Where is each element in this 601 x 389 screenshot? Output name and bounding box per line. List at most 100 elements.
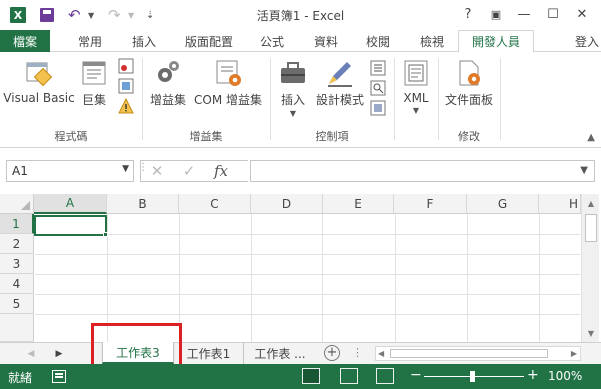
- name-box-dropdown-icon[interactable]: ▼: [122, 164, 129, 174]
- relative-references-icon[interactable]: [118, 78, 134, 94]
- insert-control-label: 插入: [280, 93, 305, 107]
- cancel-icon: ✕: [150, 162, 164, 180]
- design-mode-button[interactable]: 設計模式: [312, 58, 368, 108]
- document-panel-button[interactable]: 文件面板: [442, 58, 496, 108]
- tab-file[interactable]: 檔案: [0, 30, 50, 52]
- close-button[interactable]: ✕: [570, 4, 594, 24]
- design-mode-icon: [328, 62, 352, 87]
- design-mode-label: 設計模式: [315, 93, 364, 107]
- column-header[interactable]: E: [323, 194, 394, 214]
- macros-icon: [82, 61, 106, 85]
- macros-label: 巨集: [81, 93, 106, 107]
- group-label-modify: 修改: [458, 130, 480, 143]
- row-header-partial[interactable]: [0, 314, 34, 342]
- ribbon-tabs: 檔案 常用 插入 版面配置 公式 資料 校閱 檢視 開發人員 登入: [0, 30, 601, 53]
- document-panel-icon: [459, 60, 480, 86]
- tab-formulas[interactable]: 公式: [250, 30, 294, 52]
- gear-icon: [158, 61, 179, 82]
- row-header[interactable]: 4: [0, 274, 34, 294]
- minimize-button[interactable]: —: [512, 4, 536, 24]
- name-box[interactable]: A1 ▼: [6, 160, 134, 182]
- macros-button[interactable]: 巨集: [76, 58, 112, 108]
- tab-split-handle[interactable]: ⋮: [352, 346, 363, 359]
- vertical-scroll-thumb[interactable]: [585, 214, 597, 242]
- macro-security-icon[interactable]: [118, 98, 134, 114]
- page-layout-view-icon[interactable]: [340, 368, 358, 384]
- tab-insert[interactable]: 插入: [122, 30, 166, 52]
- row-header[interactable]: 2: [0, 234, 34, 254]
- normal-view-icon[interactable]: [302, 368, 320, 384]
- sheet-tab-overflow[interactable]: 工作表 ...: [244, 342, 316, 364]
- row-header[interactable]: 5: [0, 294, 34, 314]
- tab-data[interactable]: 資料: [304, 30, 348, 52]
- tab-developer[interactable]: 開發人員: [458, 30, 534, 53]
- record-macro-icon[interactable]: [118, 58, 134, 74]
- column-header[interactable]: C: [179, 194, 251, 214]
- row-header[interactable]: 1: [0, 214, 34, 234]
- status-ready: 就緒: [8, 371, 33, 385]
- sign-in-link[interactable]: 登入: [575, 30, 599, 52]
- xml-label: XML: [403, 91, 429, 105]
- collapse-ribbon-icon[interactable]: ▲: [587, 132, 595, 143]
- properties-icon[interactable]: [370, 60, 386, 76]
- gridline: [35, 314, 580, 315]
- add-sheet-button[interactable]: +: [324, 345, 340, 361]
- run-dialog-icon[interactable]: [370, 100, 386, 116]
- insert-function-icon[interactable]: fx: [205, 161, 237, 181]
- zoom-out-button[interactable]: −: [410, 367, 422, 383]
- visual-basic-button[interactable]: Visual Basic: [3, 58, 75, 105]
- column-header[interactable]: G: [467, 194, 539, 214]
- tab-view[interactable]: 檢視: [410, 30, 454, 52]
- sheet-tab[interactable]: 工作表1: [174, 342, 244, 364]
- status-bar: 就緒 − + 100%: [0, 364, 601, 389]
- fill-handle[interactable]: [103, 232, 108, 237]
- view-code-icon[interactable]: [370, 80, 386, 96]
- column-header[interactable]: H: [539, 194, 581, 214]
- formula-input[interactable]: ▼: [250, 160, 595, 182]
- expand-formula-bar-icon[interactable]: ▼: [580, 165, 588, 176]
- active-cell-a1[interactable]: [34, 215, 107, 236]
- zoom-slider-thumb[interactable]: [470, 371, 475, 382]
- column-header[interactable]: B: [107, 194, 179, 214]
- tab-home[interactable]: 常用: [68, 30, 112, 52]
- add-ins-label: 增益集: [149, 93, 186, 107]
- zoom-in-button[interactable]: +: [527, 367, 539, 383]
- formula-buttons: ✕ ✓ fx: [140, 160, 248, 182]
- com-add-ins-button[interactable]: COM 增益集: [192, 58, 264, 108]
- insert-control-button[interactable]: 插入 ▼: [276, 58, 310, 118]
- page-break-preview-icon[interactable]: [376, 368, 394, 384]
- scroll-right-icon[interactable]: ▶: [571, 347, 577, 360]
- gridline: [35, 294, 580, 295]
- name-box-value: A1: [12, 164, 28, 178]
- add-ins-button[interactable]: 增益集: [146, 58, 190, 108]
- tab-review[interactable]: 校閱: [356, 30, 400, 52]
- maximize-button[interactable]: ☐: [541, 4, 565, 24]
- com-add-ins-label: COM 增益集: [194, 93, 262, 107]
- scroll-up-icon[interactable]: ▲: [582, 196, 600, 210]
- column-header[interactable]: F: [394, 194, 467, 214]
- group-separator: [438, 58, 439, 140]
- scroll-down-icon[interactable]: ▼: [582, 326, 600, 340]
- select-all-button[interactable]: [0, 194, 34, 214]
- group-label-code: 程式碼: [54, 130, 88, 143]
- scroll-left-icon[interactable]: ◀: [378, 347, 384, 360]
- formula-bar: A1 ▼ ⋮ ✕ ✓ fx ▼: [0, 148, 601, 194]
- column-header[interactable]: A: [34, 194, 107, 214]
- group-separator: [270, 58, 271, 140]
- horizontal-scrollbar[interactable]: ◀ ▶: [375, 346, 581, 361]
- insert-dropdown-icon: ▼: [289, 109, 297, 118]
- vertical-scrollbar[interactable]: ▲ ▼: [581, 194, 599, 342]
- macro-record-icon[interactable]: [52, 370, 66, 383]
- tab-page-layout[interactable]: 版面配置: [176, 30, 242, 52]
- zoom-level[interactable]: 100%: [548, 369, 582, 383]
- sheet-next-icon[interactable]: ▶: [52, 346, 66, 362]
- horizontal-scroll-thumb[interactable]: [390, 349, 548, 358]
- toolbox-icon: [281, 62, 305, 83]
- xml-source-icon: [404, 60, 428, 86]
- help-button[interactable]: ?: [456, 4, 480, 24]
- ribbon-display-options-icon[interactable]: ▣: [484, 4, 508, 24]
- xml-button[interactable]: XML ▼: [398, 58, 434, 115]
- ribbon: Visual Basic 巨集 程式碼 增益集 COM 增益集 增益集 插入 ▼…: [0, 52, 601, 148]
- column-header[interactable]: D: [251, 194, 323, 214]
- row-header[interactable]: 3: [0, 254, 34, 274]
